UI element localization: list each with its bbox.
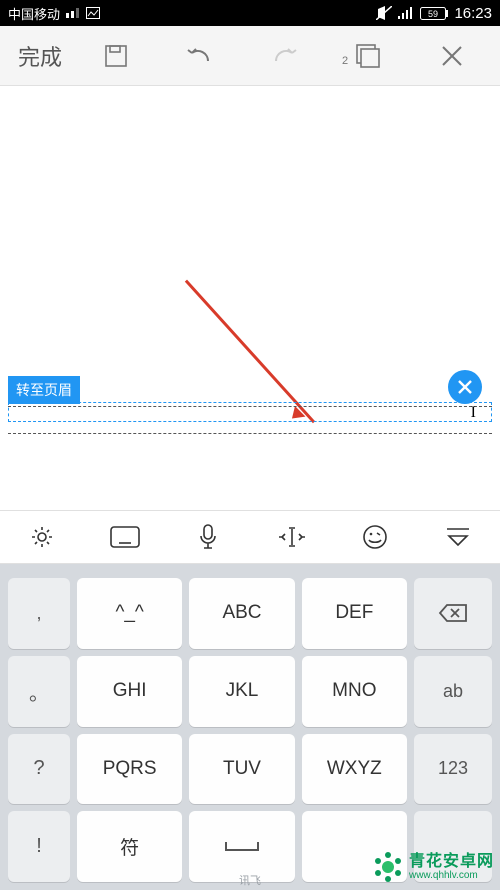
picture-icon [86, 7, 100, 19]
redo-button[interactable] [242, 45, 326, 67]
ime-toolbar [0, 510, 500, 564]
save-button[interactable] [74, 43, 158, 69]
settings-button[interactable] [0, 511, 83, 563]
time-label: 16:23 [454, 5, 492, 22]
key-emoticon[interactable]: ^_^ [77, 578, 182, 649]
emoji-button[interactable] [333, 511, 416, 563]
watermark-name: 青花安卓网 [409, 853, 494, 871]
key-comma[interactable]: , [8, 578, 70, 649]
key-backspace[interactable] [414, 578, 492, 649]
watermark-url: www.qhhlv.com [409, 870, 494, 881]
app-toolbar: 完成 2 [0, 26, 500, 86]
key-pqrs[interactable]: PQRS [77, 734, 182, 805]
key-abc[interactable]: ABC [189, 578, 294, 649]
document-canvas[interactable]: 转至页眉 I [0, 86, 500, 510]
keyboard-switch-button[interactable] [83, 511, 166, 563]
key-exclaim[interactable]: ! [8, 811, 70, 882]
status-icon-1 [66, 8, 80, 18]
key-tuv[interactable]: TUV [189, 734, 294, 805]
key-period[interactable]: 。 [8, 656, 70, 727]
watermark-logo-icon [371, 850, 405, 884]
collapse-keyboard-button[interactable] [417, 511, 500, 563]
done-button[interactable]: 完成 [6, 40, 74, 72]
go-to-header-button[interactable]: 转至页眉 [8, 376, 80, 404]
cursor-mode-button[interactable] [250, 511, 333, 563]
key-mno[interactable]: MNO [302, 656, 407, 727]
text-cursor: I [471, 404, 476, 422]
watermark: 青花安卓网 www.qhhlv.com [371, 850, 494, 884]
key-mode-ab[interactable]: ab [414, 656, 492, 727]
key-mode-123[interactable]: 123 [414, 734, 492, 805]
key-jkl[interactable]: JKL [189, 656, 294, 727]
svg-text:59: 59 [428, 9, 438, 19]
voice-input-button[interactable] [167, 511, 250, 563]
battery-icon: 59 [420, 7, 448, 20]
key-def[interactable]: DEF [302, 578, 407, 649]
key-symbol[interactable]: 符 [77, 811, 182, 882]
key-wxyz[interactable]: WXYZ [302, 734, 407, 805]
key-question[interactable]: ? [8, 734, 70, 805]
ime-brand-label: 讯飞 [239, 872, 261, 888]
status-bar: 中国移动 59 16:23 [0, 0, 500, 26]
header-close-button[interactable] [448, 370, 482, 404]
key-ghi[interactable]: GHI [77, 656, 182, 727]
mute-icon [376, 6, 392, 20]
signal-icon [398, 7, 414, 19]
page-count: 2 [342, 55, 348, 67]
close-button[interactable] [410, 45, 494, 67]
header-body-divider [8, 406, 492, 434]
keyboard: , ^_^ ABC DEF 。 GHI JKL MNO ab ? PQRS TU… [0, 564, 500, 890]
undo-button[interactable] [158, 45, 242, 67]
page-indicator-button[interactable]: 2 [326, 43, 410, 69]
carrier-label: 中国移动 [8, 4, 60, 23]
